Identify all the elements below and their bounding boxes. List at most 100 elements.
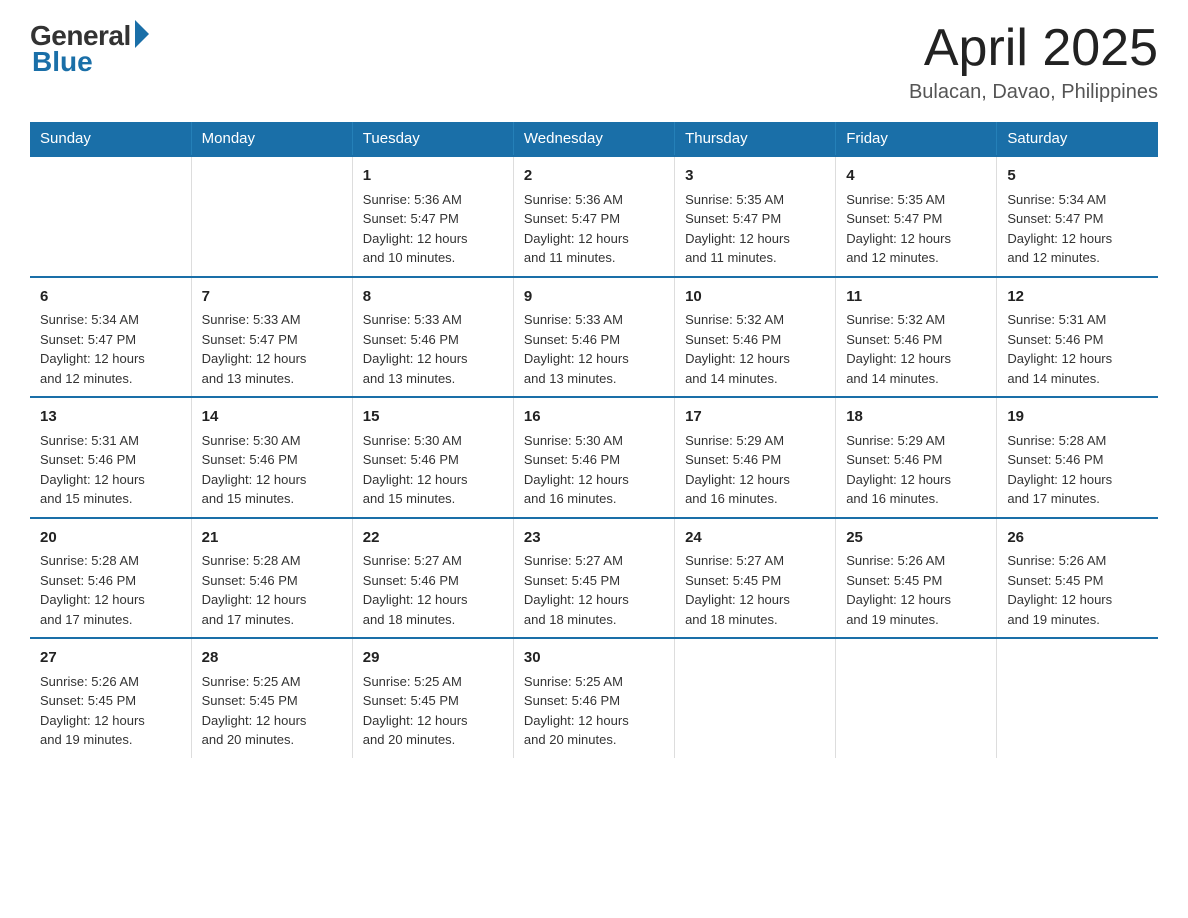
calendar-cell: 26Sunrise: 5:26 AM Sunset: 5:45 PM Dayli… <box>997 518 1158 639</box>
day-number: 29 <box>363 647 503 670</box>
day-info: Sunrise: 5:27 AM Sunset: 5:45 PM Dayligh… <box>685 551 825 629</box>
calendar-cell: 8Sunrise: 5:33 AM Sunset: 5:46 PM Daylig… <box>352 277 513 398</box>
day-number: 28 <box>202 647 342 670</box>
calendar-cell: 19Sunrise: 5:28 AM Sunset: 5:46 PM Dayli… <box>997 397 1158 518</box>
day-info: Sunrise: 5:28 AM Sunset: 5:46 PM Dayligh… <box>1007 431 1148 509</box>
day-number: 5 <box>1007 165 1148 188</box>
calendar-cell: 12Sunrise: 5:31 AM Sunset: 5:46 PM Dayli… <box>997 277 1158 398</box>
day-number: 8 <box>363 286 503 309</box>
day-number: 1 <box>363 165 503 188</box>
calendar-cell: 20Sunrise: 5:28 AM Sunset: 5:46 PM Dayli… <box>30 518 191 639</box>
day-number: 10 <box>685 286 825 309</box>
day-number: 18 <box>846 406 986 429</box>
calendar-cell <box>675 638 836 758</box>
day-info: Sunrise: 5:28 AM Sunset: 5:46 PM Dayligh… <box>202 551 342 629</box>
weekday-header-sunday: Sunday <box>30 122 191 156</box>
calendar-cell: 27Sunrise: 5:26 AM Sunset: 5:45 PM Dayli… <box>30 638 191 758</box>
weekday-header-wednesday: Wednesday <box>513 122 674 156</box>
day-number: 16 <box>524 406 664 429</box>
calendar-cell: 1Sunrise: 5:36 AM Sunset: 5:47 PM Daylig… <box>352 156 513 277</box>
calendar-week-row: 1 Sunrise: 5:36 AM Sunset: 5:47 PM Daylig… <box>30 156 1158 277</box>
day-number: 21 <box>202 527 342 550</box>
calendar-cell: 3Sunrise: 5:35 AM Sunset: 5:47 PM Daylig… <box>675 156 836 277</box>
calendar-cell: 9Sunrise: 5:33 AM Sunset: 5:46 PM Daylig… <box>513 277 674 398</box>
day-info: Sunrise: 5:31 AM Sunset: 5:46 PM Dayligh… <box>1007 310 1148 388</box>
calendar-cell: 5Sunrise: 5:34 AM Sunset: 5:47 PM Daylig… <box>997 156 1158 277</box>
day-number: 11 <box>846 286 986 309</box>
day-info: Sunrise: 5:33 AM Sunset: 5:47 PM Dayligh… <box>202 310 342 388</box>
day-info: Sunrise: 5:31 AM Sunset: 5:46 PM Dayligh… <box>40 431 181 509</box>
day-number: 20 <box>40 527 181 550</box>
day-number: 30 <box>524 647 664 670</box>
day-info: Sunrise: 5:32 AM Sunset: 5:46 PM Dayligh… <box>685 310 825 388</box>
calendar-week-row: 13Sunrise: 5:31 AM Sunset: 5:46 PM Dayli… <box>30 397 1158 518</box>
title-block: April 2025 Bulacan, Davao, Philippines <box>909 20 1158 104</box>
calendar-cell: 4Sunrise: 5:35 AM Sunset: 5:47 PM Daylig… <box>836 156 997 277</box>
day-info: Sunrise: 5:35 AM Sunset: 5:47 PM Dayligh… <box>846 190 986 268</box>
logo-triangle-icon <box>135 20 149 48</box>
day-info: Sunrise: 5:30 AM Sunset: 5:46 PM Dayligh… <box>363 431 503 509</box>
calendar-week-row: 27Sunrise: 5:26 AM Sunset: 5:45 PM Dayli… <box>30 638 1158 758</box>
day-info: Sunrise: 5:27 AM Sunset: 5:46 PM Dayligh… <box>363 551 503 629</box>
calendar-cell <box>30 156 191 277</box>
calendar-cell <box>997 638 1158 758</box>
day-number: 6 <box>40 286 181 309</box>
day-number: 9 <box>524 286 664 309</box>
day-info: Sunrise: 5:28 AM Sunset: 5:46 PM Dayligh… <box>40 551 181 629</box>
calendar-cell: 28Sunrise: 5:25 AM Sunset: 5:45 PM Dayli… <box>191 638 352 758</box>
calendar-cell: 6Sunrise: 5:34 AM Sunset: 5:47 PM Daylig… <box>30 277 191 398</box>
calendar-cell: 11Sunrise: 5:32 AM Sunset: 5:46 PM Dayli… <box>836 277 997 398</box>
calendar-cell: 10Sunrise: 5:32 AM Sunset: 5:46 PM Dayli… <box>675 277 836 398</box>
weekday-header-thursday: Thursday <box>675 122 836 156</box>
day-info: Sunrise: 5:34 AM Sunset: 5:47 PM Dayligh… <box>40 310 181 388</box>
day-info: Sunrise: 5:26 AM Sunset: 5:45 PM Dayligh… <box>1007 551 1148 629</box>
day-info: Sunrise: 5:27 AM Sunset: 5:45 PM Dayligh… <box>524 551 664 629</box>
calendar-table: SundayMondayTuesdayWednesdayThursdayFrid… <box>30 122 1158 758</box>
calendar-cell <box>191 156 352 277</box>
day-info: Sunrise: 5:25 AM Sunset: 5:46 PM Dayligh… <box>524 672 664 750</box>
day-number: 14 <box>202 406 342 429</box>
day-number: 7 <box>202 286 342 309</box>
calendar-cell: 15Sunrise: 5:30 AM Sunset: 5:46 PM Dayli… <box>352 397 513 518</box>
day-number: 26 <box>1007 527 1148 550</box>
day-number: 22 <box>363 527 503 550</box>
day-number: 23 <box>524 527 664 550</box>
day-info: Sunrise: 5:29 AM Sunset: 5:46 PM Dayligh… <box>846 431 986 509</box>
day-info: Sunrise: 5:33 AM Sunset: 5:46 PM Dayligh… <box>363 310 503 388</box>
weekday-header-row: SundayMondayTuesdayWednesdayThursdayFrid… <box>30 122 1158 156</box>
day-number: 17 <box>685 406 825 429</box>
calendar-cell: 25Sunrise: 5:26 AM Sunset: 5:45 PM Dayli… <box>836 518 997 639</box>
day-number: 19 <box>1007 406 1148 429</box>
day-info: Sunrise: 5:25 AM Sunset: 5:45 PM Dayligh… <box>202 672 342 750</box>
calendar-cell: 7Sunrise: 5:33 AM Sunset: 5:47 PM Daylig… <box>191 277 352 398</box>
logo: General Blue <box>30 20 149 78</box>
calendar-cell: 23Sunrise: 5:27 AM Sunset: 5:45 PM Dayli… <box>513 518 674 639</box>
calendar-week-row: 20Sunrise: 5:28 AM Sunset: 5:46 PM Dayli… <box>30 518 1158 639</box>
day-number: 25 <box>846 527 986 550</box>
day-number: 12 <box>1007 286 1148 309</box>
day-info: Sunrise: 5:36 AM Sunset: 5:47 PM Dayligh… <box>524 190 664 268</box>
weekday-header-tuesday: Tuesday <box>352 122 513 156</box>
calendar-cell: 29Sunrise: 5:25 AM Sunset: 5:45 PM Dayli… <box>352 638 513 758</box>
calendar-week-row: 6Sunrise: 5:34 AM Sunset: 5:47 PM Daylig… <box>30 277 1158 398</box>
day-number: 4 <box>846 165 986 188</box>
day-info: Sunrise: 5:34 AM Sunset: 5:47 PM Dayligh… <box>1007 190 1148 268</box>
day-info: Sunrise: 5:30 AM Sunset: 5:46 PM Dayligh… <box>524 431 664 509</box>
day-info: Sunrise: 5:33 AM Sunset: 5:46 PM Dayligh… <box>524 310 664 388</box>
calendar-cell: 18Sunrise: 5:29 AM Sunset: 5:46 PM Dayli… <box>836 397 997 518</box>
day-number: 24 <box>685 527 825 550</box>
day-number: 27 <box>40 647 181 670</box>
calendar-cell: 16Sunrise: 5:30 AM Sunset: 5:46 PM Dayli… <box>513 397 674 518</box>
calendar-cell: 2Sunrise: 5:36 AM Sunset: 5:47 PM Daylig… <box>513 156 674 277</box>
calendar-title: April 2025 <box>909 20 1158 77</box>
day-info: Sunrise: 5:30 AM Sunset: 5:46 PM Dayligh… <box>202 431 342 509</box>
day-info: Sunrise: 5:25 AM Sunset: 5:45 PM Dayligh… <box>363 672 503 750</box>
calendar-cell: 14Sunrise: 5:30 AM Sunset: 5:46 PM Dayli… <box>191 397 352 518</box>
calendar-cell: 22Sunrise: 5:27 AM Sunset: 5:46 PM Dayli… <box>352 518 513 639</box>
day-number: 3 <box>685 165 825 188</box>
calendar-cell: 17Sunrise: 5:29 AM Sunset: 5:46 PM Dayli… <box>675 397 836 518</box>
calendar-cell: 21Sunrise: 5:28 AM Sunset: 5:46 PM Dayli… <box>191 518 352 639</box>
weekday-header-friday: Friday <box>836 122 997 156</box>
day-info: Sunrise: 5:26 AM Sunset: 5:45 PM Dayligh… <box>40 672 181 750</box>
day-info: Sunrise: 5:29 AM Sunset: 5:46 PM Dayligh… <box>685 431 825 509</box>
